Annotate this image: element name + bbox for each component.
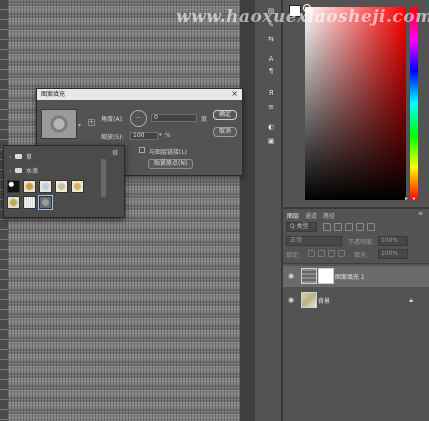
- adjust-icon[interactable]: ⇆: [266, 34, 276, 44]
- tab-layers[interactable]: 图层: [287, 211, 299, 220]
- pattern-preview-swatch[interactable]: [41, 109, 77, 139]
- layer-kind-select[interactable]: Q 类型: [286, 222, 317, 232]
- lock-all-icon[interactable]: [338, 250, 345, 257]
- layer-row[interactable]: ◉ 图案填充 1: [283, 266, 429, 287]
- filter-smart-icon[interactable]: [367, 223, 375, 231]
- layer-row[interactable]: ◉ 背景 🔒︎: [283, 290, 429, 311]
- folder-icon: [15, 168, 22, 173]
- hue-slider[interactable]: [410, 7, 418, 200]
- visibility-eye-icon[interactable]: ◉: [288, 296, 294, 304]
- dialog-title: 图案填充: [41, 91, 66, 98]
- color-panel: ▸ ◂: [283, 0, 429, 205]
- color-saturation-field[interactable]: [305, 7, 406, 200]
- lock-transparent-icon[interactable]: [308, 250, 315, 257]
- folder-icon: [15, 154, 22, 159]
- tab-paths[interactable]: 路径: [323, 211, 335, 220]
- pattern-thumbnail[interactable]: [39, 180, 52, 193]
- pattern-fill-thumbnail: [301, 268, 317, 284]
- clone-source-icon[interactable]: ▣: [266, 136, 276, 146]
- new-preset-button[interactable]: +: [88, 119, 95, 126]
- link-with-layer-label: 与图层链接(L): [149, 149, 188, 156]
- pattern-picker-popup: ⚙ › 草 › 水滴: [3, 145, 125, 218]
- canvas-pasteboard: [240, 0, 255, 421]
- pattern-folder[interactable]: › 水滴: [9, 167, 38, 176]
- lock-icon: 🔒︎: [409, 296, 413, 304]
- scale-field[interactable]: 100: [130, 132, 158, 140]
- fill-field[interactable]: 100%: [378, 249, 408, 259]
- scale-label: 缩放(S):: [101, 134, 124, 141]
- blend-mode-select[interactable]: 正常: [286, 236, 342, 246]
- folder-label: 草: [26, 154, 33, 161]
- watermark: www.haoxuexiaosheji.com: [176, 7, 429, 27]
- background-thumbnail: [301, 292, 317, 308]
- layers-tabs: 图层 通道 路径 ≡: [283, 209, 429, 220]
- opacity-field[interactable]: 100%: [378, 236, 408, 246]
- lock-label: 锁定:: [286, 252, 301, 259]
- glyphs-icon[interactable]: Я: [266, 88, 276, 98]
- pattern-thumbnail[interactable]: [55, 180, 68, 193]
- hue-slider-handle[interactable]: ▸ ◂: [405, 195, 423, 202]
- lock-row: 锁定: 填充: 100%: [286, 249, 426, 259]
- filter-adjustment-icon[interactable]: [334, 223, 342, 231]
- pattern-thumbnail[interactable]: [71, 180, 84, 193]
- picker-scrollbar[interactable]: [101, 159, 106, 197]
- styles-icon[interactable]: ◐: [266, 122, 276, 132]
- tab-channels[interactable]: 通道: [305, 211, 317, 220]
- layer-mask-thumbnail[interactable]: [318, 268, 334, 284]
- scale-unit: %: [165, 132, 171, 139]
- angle-dial[interactable]: —: [130, 110, 147, 127]
- snap-to-origin-button[interactable]: 贴紧原点(N): [148, 159, 194, 169]
- fill-label: 填充:: [354, 252, 369, 259]
- blend-row: 正常 不透明度: 100%: [286, 236, 426, 246]
- layer-name[interactable]: 背景: [318, 296, 330, 305]
- pattern-thumbnail[interactable]: [23, 180, 36, 193]
- pattern-thumbnail[interactable]: [7, 180, 20, 193]
- filter-pixel-icon[interactable]: [323, 223, 331, 231]
- pattern-thumbnail[interactable]: [23, 196, 36, 209]
- gear-icon[interactable]: ⚙: [112, 149, 118, 157]
- angle-field[interactable]: 0: [151, 114, 197, 122]
- angle-unit: 度: [201, 116, 208, 123]
- photoshop-window: ▤ ✎ ⇆ A ¶ Я ≡ ◐ ▣ ▸ ◂ 图层 通道 路径 ≡ Q 类型 正常…: [0, 0, 429, 421]
- link-with-layer-checkbox[interactable]: [139, 147, 145, 153]
- visibility-eye-icon[interactable]: ◉: [288, 272, 294, 280]
- character-icon[interactable]: A: [266, 54, 276, 64]
- angle-label: 角度(A):: [101, 116, 124, 123]
- filter-shape-icon[interactable]: [356, 223, 364, 231]
- layer-filter-row: Q 类型: [286, 222, 426, 232]
- layers-divider: [283, 263, 429, 264]
- close-icon[interactable]: ×: [231, 89, 238, 99]
- lock-position-icon[interactable]: [328, 250, 335, 257]
- folder-label: 水滴: [26, 168, 39, 175]
- paragraph-icon[interactable]: ¶: [266, 66, 276, 76]
- layer-name[interactable]: 图案填充 1: [335, 272, 365, 281]
- pattern-folder[interactable]: › 草: [9, 153, 32, 162]
- dialog-titlebar[interactable]: 图案填充 ×: [37, 89, 242, 100]
- layers-panel: 图层 通道 路径 ≡ Q 类型 正常 不透明度: 100% 锁定: 填充: 10…: [283, 207, 429, 421]
- pattern-thumbnail-selected[interactable]: [38, 195, 53, 210]
- opacity-label: 不透明度:: [348, 239, 375, 246]
- scale-dropdown-icon[interactable]: ▾: [159, 132, 162, 138]
- cancel-button[interactable]: 取消: [213, 127, 237, 137]
- properties-icon[interactable]: ≡: [266, 102, 276, 112]
- chevron-down-icon[interactable]: ▾: [78, 122, 81, 129]
- lock-pixels-icon[interactable]: [318, 250, 325, 257]
- panel-menu-icon[interactable]: ≡: [418, 210, 423, 217]
- ok-button[interactable]: 确定: [213, 110, 237, 120]
- pattern-thumbnail[interactable]: [7, 196, 20, 209]
- filter-type-icon[interactable]: [345, 223, 353, 231]
